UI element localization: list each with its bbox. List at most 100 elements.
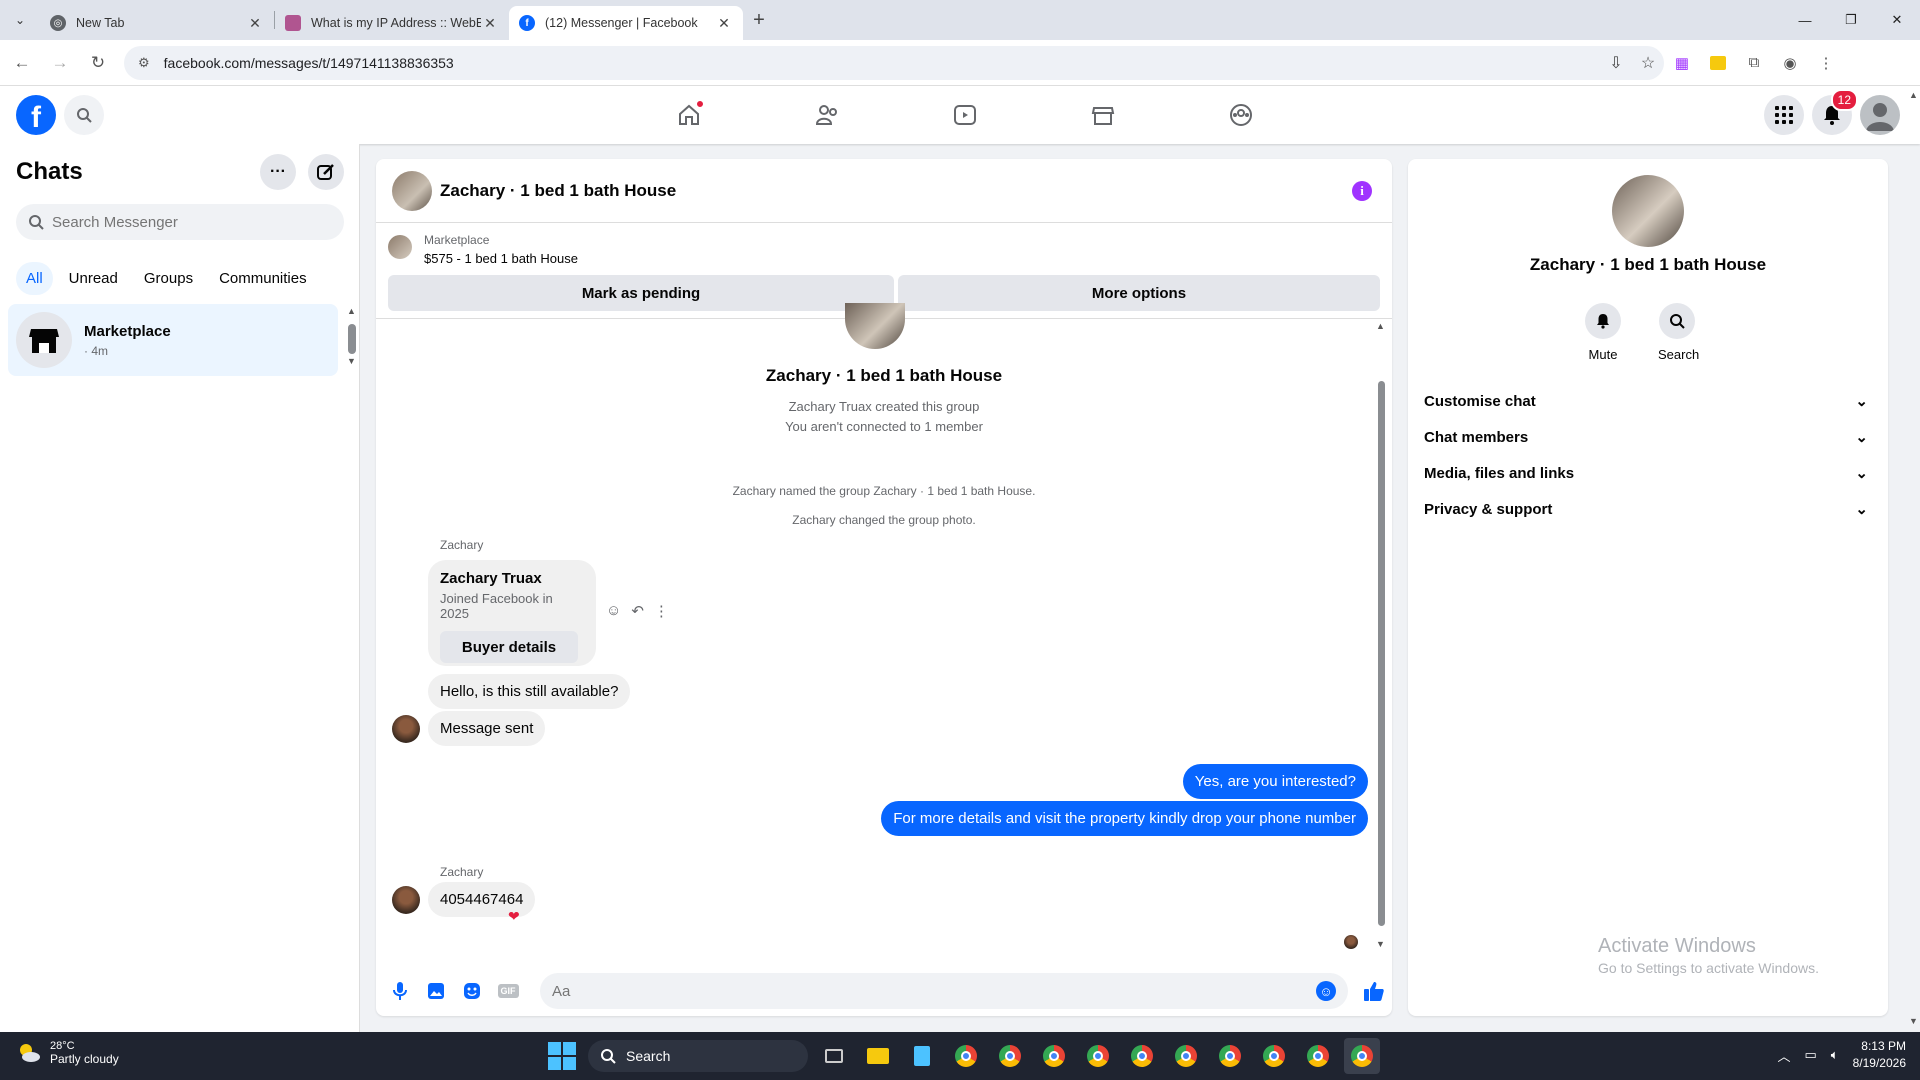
page-scrollbar[interactable]: ▲ ▼ — [1906, 86, 1920, 1032]
install-app-icon[interactable]: ⇩ — [1600, 53, 1632, 73]
extension-icon[interactable]: ▦ — [1664, 47, 1700, 79]
message-bubble[interactable]: Message sent — [428, 711, 546, 746]
scroll-up-arrow-icon[interactable]: ▲ — [347, 306, 356, 316]
sidebar-scrollbar[interactable]: ▲ ▼ — [347, 306, 356, 366]
mute-button[interactable]: Mute — [1584, 303, 1622, 362]
sticker-icon[interactable] — [454, 973, 490, 1009]
forward-icon[interactable]: → — [44, 47, 76, 79]
scroll-up-arrow-icon[interactable]: ▲ — [1909, 90, 1918, 100]
task-view-icon[interactable] — [816, 1038, 852, 1074]
weather-widget[interactable]: 28°C Partly cloudy — [16, 1040, 119, 1066]
profile-avatar[interactable] — [1860, 95, 1900, 135]
scroll-down-arrow-icon[interactable]: ▼ — [347, 356, 356, 366]
scrollbar-thumb[interactable] — [348, 324, 356, 354]
menu-grid-icon[interactable] — [1764, 95, 1804, 135]
microphone-icon[interactable] — [382, 973, 418, 1009]
windows-start-icon[interactable] — [548, 1042, 576, 1070]
chats-options-icon[interactable]: ··· — [260, 154, 296, 190]
chat-list-item-marketplace[interactable]: Marketplace · 4m — [8, 304, 338, 376]
new-message-icon[interactable] — [308, 154, 344, 190]
chrome-icon[interactable] — [1080, 1038, 1116, 1074]
show-hidden-icons-chevron-icon[interactable]: ︿ — [1777, 1046, 1790, 1065]
tab-search-dropdown-icon[interactable]: ⌄ — [0, 0, 40, 40]
conversation-info-icon[interactable]: i — [1352, 181, 1372, 201]
close-tab-icon[interactable]: ✕ — [715, 15, 733, 32]
more-options-button[interactable]: More options — [898, 275, 1380, 311]
my-message-bubble[interactable]: For more details and visit the property … — [881, 801, 1368, 836]
sender-avatar[interactable] — [392, 715, 420, 743]
scrollbar-thumb[interactable] — [1378, 381, 1385, 926]
filter-unread[interactable]: Unread — [59, 262, 128, 295]
browser-tab-messenger[interactable]: f (12) Messenger | Facebook ✕ — [509, 6, 743, 40]
chrome-icon[interactable] — [1124, 1038, 1160, 1074]
react-emoji-icon[interactable]: ☺ — [606, 602, 621, 620]
more-actions-icon[interactable]: ⋮ — [654, 602, 669, 620]
address-bar[interactable]: ⚙ facebook.com/messages/t/14971411388363… — [124, 45, 1664, 80]
listing-thumbnail[interactable] — [388, 235, 412, 259]
network-icon[interactable]: ▭ — [1805, 1047, 1817, 1063]
chrome-icon[interactable] — [1036, 1038, 1072, 1074]
my-message-bubble[interactable]: Yes, are you interested? — [1182, 764, 1368, 799]
message-input[interactable] — [552, 982, 1316, 1000]
profile-icon[interactable]: ◉ — [1772, 47, 1808, 79]
reload-icon[interactable]: ↻ — [82, 47, 114, 79]
close-tab-icon[interactable]: ✕ — [246, 15, 264, 32]
notifications-bell-icon[interactable]: 12 — [1812, 89, 1858, 135]
restore-icon[interactable]: ❐ — [1828, 0, 1874, 40]
url-text[interactable]: facebook.com/messages/t/1497141138836353 — [164, 55, 1600, 71]
chrome-icon[interactable] — [1212, 1038, 1248, 1074]
facebook-search-icon[interactable] — [64, 95, 104, 135]
mark-as-pending-button[interactable]: Mark as pending — [388, 275, 894, 311]
gif-icon[interactable]: GIF — [490, 973, 526, 1009]
message-input-field[interactable]: ☺ — [540, 973, 1348, 1009]
privacy-support-section[interactable]: Privacy & support ⌄ — [1424, 487, 1880, 531]
volume-icon[interactable]: 🔈︎ — [1831, 1047, 1839, 1063]
group-avatar[interactable] — [392, 170, 432, 211]
extensions-puzzle-icon[interactable]: ⧉ — [1736, 47, 1772, 79]
back-icon[interactable]: ← — [6, 47, 38, 79]
chrome-icon[interactable] — [948, 1038, 984, 1074]
browser-tab-ip-address[interactable]: What is my IP Address :: WebBr ✕ — [275, 6, 509, 40]
chrome-icon[interactable] — [1344, 1038, 1380, 1074]
close-window-icon[interactable]: ✕ — [1874, 0, 1920, 40]
new-tab-button[interactable]: + — [743, 9, 775, 32]
taskbar-search[interactable]: Search — [588, 1040, 808, 1072]
like-thumb-icon[interactable] — [1356, 973, 1392, 1009]
friends-icon[interactable] — [758, 86, 896, 144]
search-in-conversation-button[interactable]: Search — [1658, 303, 1699, 362]
minimize-icon[interactable]: — — [1782, 0, 1828, 40]
browser-menu-icon[interactable]: ⋮ — [1808, 47, 1844, 79]
heart-reaction-icon[interactable]: ❤ — [508, 908, 520, 925]
notepad-icon[interactable] — [904, 1038, 940, 1074]
groups-icon[interactable] — [1172, 86, 1310, 144]
home-icon[interactable] — [620, 86, 758, 144]
bookmark-star-icon[interactable]: ☆ — [1632, 53, 1664, 73]
sender-avatar[interactable] — [392, 886, 420, 914]
filter-all[interactable]: All — [16, 262, 53, 295]
emoji-icon[interactable]: ☺ — [1316, 981, 1336, 1001]
chrome-icon[interactable] — [1256, 1038, 1292, 1074]
scroll-up-arrow-icon[interactable]: ▲ — [1376, 321, 1385, 331]
search-messenger-input[interactable] — [52, 213, 332, 231]
scroll-down-arrow-icon[interactable]: ▼ — [1909, 1016, 1918, 1026]
filter-groups[interactable]: Groups — [134, 262, 203, 295]
video-icon[interactable] — [896, 86, 1034, 144]
extension-icon[interactable] — [1700, 47, 1736, 79]
reply-icon[interactable]: ↶ — [631, 602, 644, 620]
thread-scrollbar[interactable]: ▲ ▼ — [1376, 321, 1386, 951]
photo-icon[interactable] — [418, 973, 454, 1009]
file-explorer-icon[interactable] — [860, 1038, 896, 1074]
group-avatar-large[interactable] — [1612, 175, 1684, 247]
close-tab-icon[interactable]: ✕ — [481, 15, 499, 32]
conversation-title[interactable]: Zachary · 1 bed 1 bath House — [440, 181, 676, 201]
listing-title[interactable]: $575 - 1 bed 1 bath House — [424, 251, 578, 266]
message-bubble[interactable]: Hello, is this still available? — [428, 674, 631, 709]
site-info-icon[interactable]: ⚙ — [138, 55, 150, 71]
facebook-logo-icon[interactable]: f — [16, 95, 56, 135]
clock[interactable]: 8:13 PM 8/19/2026 — [1853, 1038, 1906, 1072]
chrome-icon[interactable] — [1300, 1038, 1336, 1074]
buyer-details-button[interactable]: Buyer details — [440, 631, 578, 663]
marketplace-icon[interactable] — [1034, 86, 1172, 144]
browser-tab-new-tab[interactable]: ◎ New Tab ✕ — [40, 6, 274, 40]
filter-communities[interactable]: Communities — [209, 262, 317, 295]
